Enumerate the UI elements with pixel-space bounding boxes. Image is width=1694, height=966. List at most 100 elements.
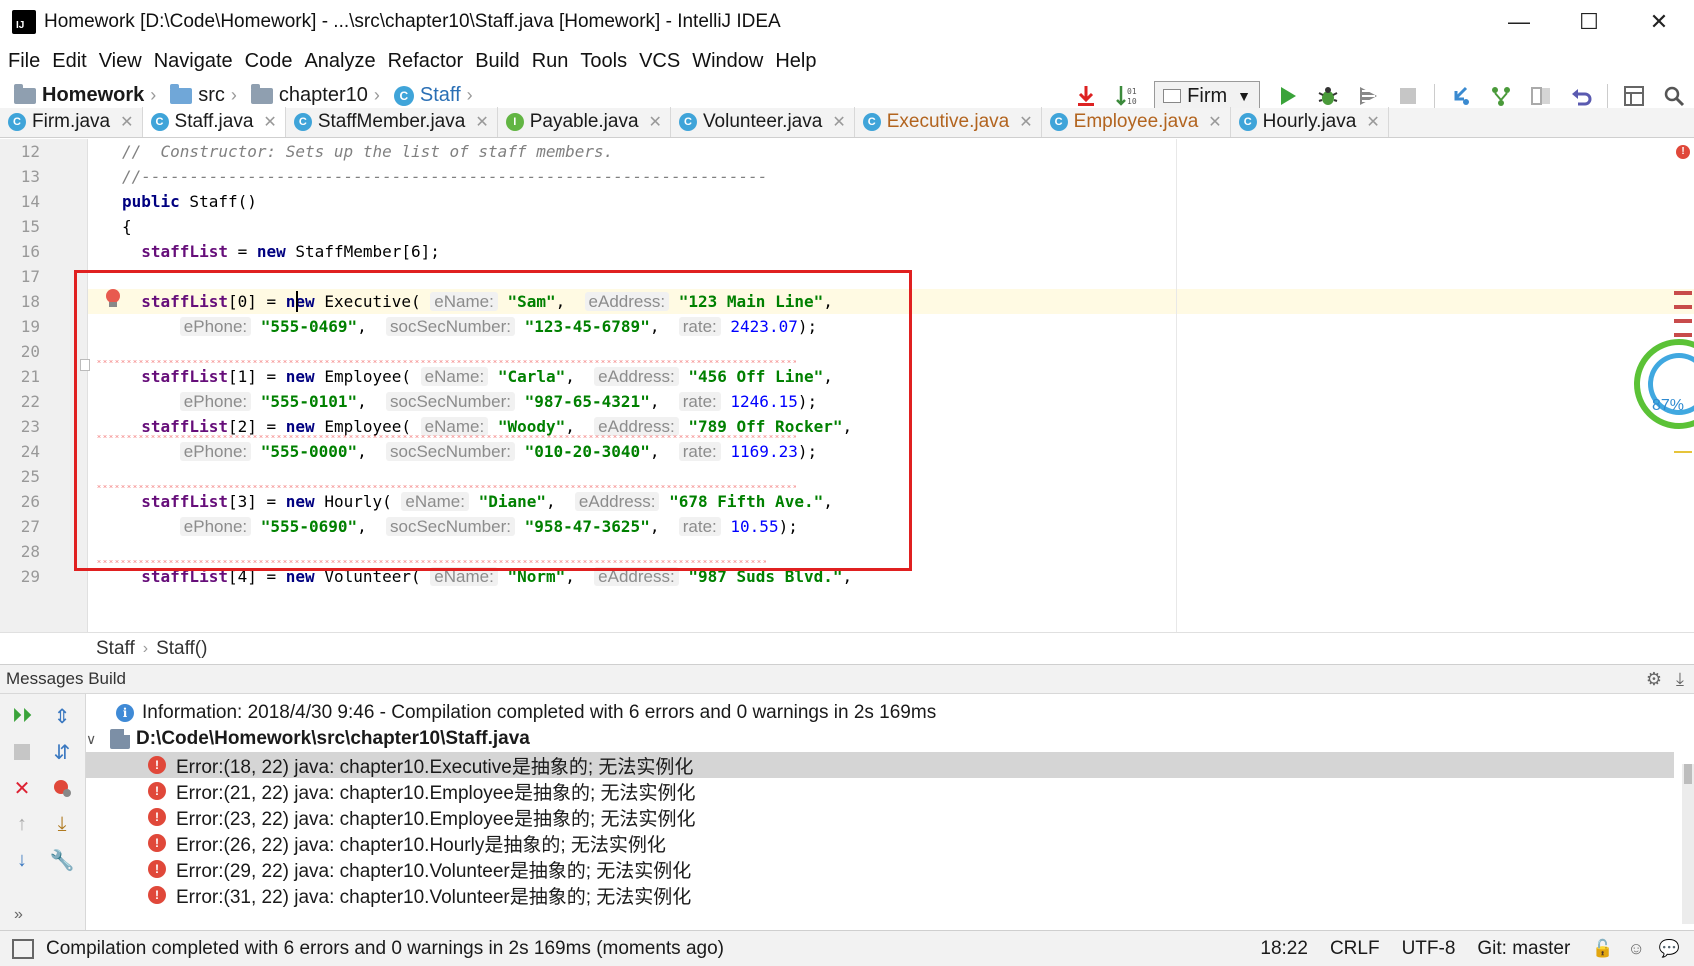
git-branch-select[interactable]: Git: master (1477, 938, 1570, 960)
line-number: 17 (20, 267, 40, 286)
scrollbar-thumb[interactable] (1684, 764, 1692, 784)
menu-help[interactable]: Help (775, 50, 816, 73)
code-line: { (122, 217, 132, 236)
inspector-icon[interactable]: ☺ (1627, 939, 1644, 959)
next-icon[interactable]: ↓ (8, 846, 36, 874)
error-row[interactable]: ! Error:(26, 22) java: chapter10.Hourly是… (86, 830, 1674, 856)
encoding-select[interactable]: UTF-8 (1402, 938, 1456, 960)
window-controls: — ☐ ✕ (1484, 0, 1694, 44)
vcs-push-icon[interactable] (1481, 81, 1521, 111)
line-number: 28 (20, 542, 40, 561)
chevron-right-icon: › (466, 85, 473, 105)
rollback-icon[interactable] (1561, 81, 1601, 111)
error-indicator-icon[interactable]: ! (1676, 145, 1690, 159)
package-folder-icon (250, 83, 273, 104)
close-tab-icon[interactable]: ✕ (832, 112, 845, 132)
file-row[interactable]: ∨ D:\Code\Homework\src\chapter10\Staff.j… (86, 726, 1674, 752)
messages-side-toolbar: ⏵⏵ ⇕ ⇵ ✕ ↑ ⤓ ↓ 🔧 (0, 694, 86, 930)
error-row[interactable]: ! Error:(21, 22) java: chapter10.Employe… (86, 778, 1674, 804)
export-icon[interactable]: ⤓ (48, 810, 76, 838)
tab-staffmember[interactable]: C StaffMember.java ✕ (286, 107, 498, 137)
search-icon[interactable] (1654, 81, 1694, 111)
code-line: //--------------------------------------… (122, 167, 768, 186)
error-mark[interactable] (1674, 319, 1692, 323)
tab-firm[interactable]: C Firm.java ✕ (0, 107, 143, 137)
toggle-tool-windows-icon[interactable] (12, 938, 34, 959)
project-structure-icon[interactable] (1614, 81, 1654, 111)
stop-icon[interactable] (8, 738, 36, 766)
class-icon: C (393, 85, 414, 106)
close-window-button[interactable]: ✕ (1624, 0, 1694, 44)
vcs-update-icon[interactable] (1441, 81, 1481, 111)
status-message[interactable]: Compilation completed with 6 errors and … (46, 938, 724, 960)
tab-volunteer[interactable]: C Volunteer.java ✕ (671, 107, 855, 137)
error-mark[interactable] (1674, 333, 1692, 337)
tab-employee[interactable]: C Employee.java ✕ (1042, 107, 1231, 137)
editor-breadcrumb-method[interactable]: Staff() (156, 638, 207, 660)
breadcrumb-package[interactable]: chapter10 › (250, 83, 380, 107)
code-editor[interactable]: 12 13 14 15 16 17 18 19 20 21 22 23 24 2… (0, 139, 1694, 632)
close-tab-icon[interactable]: ✕ (1208, 112, 1221, 132)
menu-view[interactable]: View (99, 50, 142, 73)
menu-analyze[interactable]: Analyze (304, 50, 375, 73)
breadcrumb-class[interactable]: C Staff › (393, 84, 473, 107)
panel-header-tools: ⚙ ⤓ (1646, 669, 1684, 690)
menu-code[interactable]: Code (245, 50, 293, 73)
performance-gauge-icon[interactable]: 87% (1634, 339, 1694, 429)
error-row[interactable]: ! Error:(29, 22) java: chapter10.Volunte… (86, 856, 1674, 882)
code-line: public Staff() (122, 192, 257, 211)
compare-icon[interactable] (1521, 81, 1561, 111)
rerun-icon[interactable]: ⏵⏵ (8, 702, 36, 730)
collapse-all-icon[interactable]: ⇵ (48, 738, 76, 766)
lock-icon[interactable]: 🔓 (1592, 939, 1613, 959)
minimize-button[interactable]: — (1484, 0, 1554, 44)
close-icon[interactable]: ✕ (8, 774, 36, 802)
expand-toolbar-icon[interactable]: » (14, 906, 23, 924)
menu-vcs[interactable]: VCS (639, 50, 680, 73)
breadcrumb-project[interactable]: Homework › (14, 83, 156, 107)
error-row[interactable]: ! Error:(23, 22) java: chapter10.Employe… (86, 804, 1674, 830)
gear-icon[interactable]: ⚙ (1646, 669, 1662, 690)
close-tab-icon[interactable]: ✕ (649, 112, 662, 132)
error-row[interactable]: ! Error:(31, 22) java: chapter10.Volunte… (86, 882, 1674, 908)
previous-icon[interactable]: ↑ (8, 810, 36, 838)
maximize-button[interactable]: ☐ (1554, 0, 1624, 44)
event-log-icon[interactable]: 💬 (1659, 939, 1680, 959)
tab-payable[interactable]: I Payable.java ✕ (498, 107, 671, 137)
tab-executive[interactable]: C Executive.java ✕ (855, 107, 1042, 137)
close-tab-icon[interactable]: ✕ (1366, 112, 1379, 132)
menu-tools[interactable]: Tools (580, 50, 627, 73)
intellij-logo-icon: IJ (9, 7, 39, 37)
tab-staff[interactable]: C Staff.java ✕ (142, 107, 286, 137)
line-number: 22 (20, 392, 40, 411)
application-icon (1163, 89, 1182, 103)
error-mark[interactable] (1674, 305, 1692, 309)
tab-hourly[interactable]: C Hourly.java ✕ (1231, 107, 1389, 137)
caret-position[interactable]: 18:22 (1260, 938, 1308, 960)
error-mark[interactable] (1674, 291, 1692, 295)
line-separator-select[interactable]: CRLF (1330, 938, 1380, 960)
chevron-down-icon[interactable]: ∨ (86, 731, 104, 748)
menu-navigate[interactable]: Navigate (154, 50, 233, 73)
editor-breadcrumb-class[interactable]: Staff (96, 638, 135, 660)
menu-file[interactable]: File (8, 50, 40, 73)
close-tab-icon[interactable]: ✕ (475, 112, 488, 132)
menu-window[interactable]: Window (692, 50, 763, 73)
close-tab-icon[interactable]: ✕ (120, 112, 133, 132)
error-row[interactable]: ! Error:(18, 22) java: chapter10.Executi… (86, 752, 1674, 778)
menu-edit[interactable]: Edit (52, 50, 86, 73)
menu-refactor[interactable]: Refactor (388, 50, 464, 73)
expand-all-icon[interactable]: ⇕ (48, 702, 76, 730)
menu-run[interactable]: Run (532, 50, 569, 73)
breadcrumb-src[interactable]: src › (170, 83, 237, 107)
info-row[interactable]: i Information: 2018/4/30 9:46 - Compilat… (116, 700, 1694, 726)
menu-build[interactable]: Build (475, 50, 519, 73)
settings-wrench-icon[interactable]: 🔧 (48, 846, 76, 874)
stop-icon[interactable] (1388, 81, 1428, 111)
close-tab-icon[interactable]: ✕ (263, 112, 276, 132)
close-tab-icon[interactable]: ✕ (1019, 112, 1032, 132)
filter-errors-icon[interactable] (48, 774, 76, 802)
hide-panel-icon[interactable]: ⤓ (1676, 669, 1684, 690)
messages-scrollbar[interactable] (1682, 764, 1694, 924)
warning-mark[interactable] (1674, 451, 1692, 453)
